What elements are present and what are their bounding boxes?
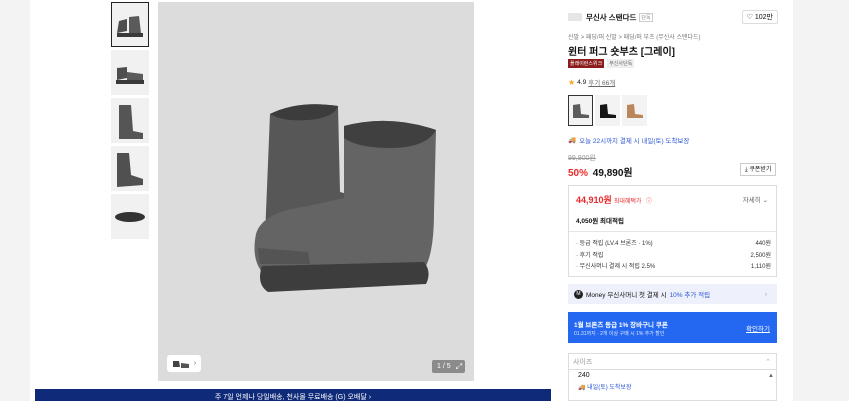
boot-swatch-icon [572,103,589,118]
points-row: · 무신사머니 결제 시 적립 2.5% 1,110원 [576,262,771,274]
best-price-label: 최대혜택가 [613,199,642,205]
money-promo-bar[interactable]: M Money 무신사머니 첫 결제 시 10% 추가 적립 › [568,284,777,304]
product-title: 윈터 퍼그 숏부츠 [그레이] [568,47,675,58]
heart-icon: ♡ [746,13,753,21]
info-icon[interactable]: ⓘ [646,199,652,205]
money-icon: M [574,289,583,299]
truck-icon: 🚚 [578,385,586,391]
thumbnail-1[interactable] [111,2,149,47]
mini-thumbnail-nav[interactable]: › [167,355,201,372]
boot-swatch-icon [626,103,643,118]
coupon-button-label: 쿠폰받기 [749,167,772,173]
like-count: 102만 [754,13,773,21]
money-promo-text: Money 무신사머니 첫 결제 시 [586,292,667,299]
truck-icon: 🚚 [568,137,577,144]
chevron-right-icon: › [193,360,197,367]
expand-icon[interactable]: ⤢ [453,360,465,373]
benefit-detail-link[interactable]: 자세히 ⌄ [743,194,768,204]
rating-score: 4.9 [577,78,587,86]
boot-thumbnail-icon [119,104,143,139]
size-option-240[interactable]: 240 [578,372,590,379]
color-swatches [568,95,647,126]
coupon-banner[interactable]: 1월 브론즈 등급 1% 장바구니 쿠폰 01.31까지 · 2개 이상 구매 … [568,312,777,343]
size-select[interactable]: 사이즈 ⌃ [568,353,777,370]
best-price-value: 44,910원 [576,195,612,205]
brand-logo[interactable] [568,13,582,21]
coupon-banner-title: 1월 브론즈 등급 1% 장바구니 쿠폰 [574,322,668,329]
size-select-label: 사이즈 [573,359,593,366]
thumbnail-3[interactable] [111,98,149,143]
thumbnail-list [111,2,150,242]
right-margin [793,0,849,401]
swatch-black[interactable] [595,95,620,126]
exclusive-badge: 무신사단독 [607,59,635,68]
badge-row: 플래이런스위크 무신사단독 [568,59,635,68]
boot-thumbnail-icon [115,211,145,222]
points-row: · 등급 적립 (LV.4 브론즈 · 1%) 440원 [576,239,771,251]
left-margin [0,0,30,401]
thumbnail-2[interactable] [111,50,149,95]
swatch-brown[interactable] [622,95,647,126]
points-value: 440원 [755,241,771,247]
boot-mini-icon [172,360,189,368]
discount-rate: 50% [568,168,589,179]
boot-thumbnail-icon [117,152,143,187]
event-badge: 플래이런스위크 [568,59,605,68]
money-promo-accent: 10% 추가 적립 [669,292,711,299]
points-total: 4,050원 최대적립 [576,218,624,225]
boot-thumbnail-icon [117,15,143,37]
rating: ★ 4.9 후기 66개 [568,77,615,88]
best-price: 44,910원 최대혜택가 ⓘ [576,193,652,206]
points-label: · 무신사머니 결제 시 적립 2.5% [576,264,656,270]
size-delivery-text: 내일(토) 도착보장 [587,385,632,391]
chevron-down-icon: ⌄ [762,197,768,204]
delivery-info: 🚚 오늘 22시까지 결제 시 내일(토) 도착보장 [568,135,689,145]
boot-image [254,104,436,292]
coupon-banner-subtitle: 01.31까지 · 2개 이상 구매 시 1% 추가 할인 [574,331,665,337]
chevron-right-icon: › [764,290,767,298]
brand-name[interactable]: 무신사 스탠다드 [586,12,636,23]
scroll-up-arrow[interactable]: ▲ [768,373,774,379]
coupon-confirm-button[interactable]: 확인하기 [746,323,770,333]
bottom-banner[interactable]: 주 7일 언제나 당일배송, 천사몰 무료배송 (G) 오배달 › [35,389,551,401]
chevron-up-icon: ⌃ [765,359,771,366]
swatch-gray[interactable] [568,95,593,126]
star-icon: ★ [568,77,576,87]
size-options: 240 🚚 내일(토) 도착보장 ▲ [568,370,777,401]
points-label: · 등급 적립 (LV.4 브론즈 · 1%) [576,241,653,247]
brand-tag: 단독 [639,12,653,22]
points-row: · 후기 적립 2,500원 [576,251,771,263]
sale-price: 49,890원 [592,168,633,179]
breadcrumb[interactable]: 신발 > 패딩/퍼 신발 > 패딩/퍼 부츠 (무신사 스탠다드) [568,32,701,41]
benefit-box: 44,910원 최대혜택가 ⓘ 자세히 ⌄ 4,050원 최대적립 · 등급 적립… [568,185,777,277]
thumbnail-4[interactable] [111,146,149,191]
boot-thumbnail-icon [116,66,144,84]
points-label: · 후기 적립 [576,252,604,259]
sale-price-row: 50% 49,890원 [568,164,633,179]
like-button[interactable]: ♡ 102만 [741,10,778,24]
delivery-text: 오늘 22시까지 결제 시 내일(토) 도착보장 [579,138,690,145]
review-link[interactable]: 후기 66개 [588,77,615,87]
boot-swatch-icon [599,103,616,118]
brand-row: 무신사 스탠다드 단독 ♡ 102만 [568,10,778,24]
divider [569,231,776,232]
points-value: 2,500원 [750,252,771,259]
points-value: 1,110원 [750,264,771,270]
original-price: 99,900원 [568,155,596,162]
thumbnail-5[interactable] [111,194,149,239]
main-product-image[interactable]: › 1 / 5 ⤢ [158,2,474,381]
download-icon: ⤓ [745,167,748,173]
detail-link-label: 자세히 [742,197,761,204]
points-list: · 등급 적립 (LV.4 브론즈 · 1%) 440원 · 후기 적립 2,5… [576,239,771,274]
size-option-delivery: 🚚 내일(토) 도착보장 [578,382,631,391]
coupon-button[interactable]: ⤓ 쿠폰받기 [740,163,777,176]
